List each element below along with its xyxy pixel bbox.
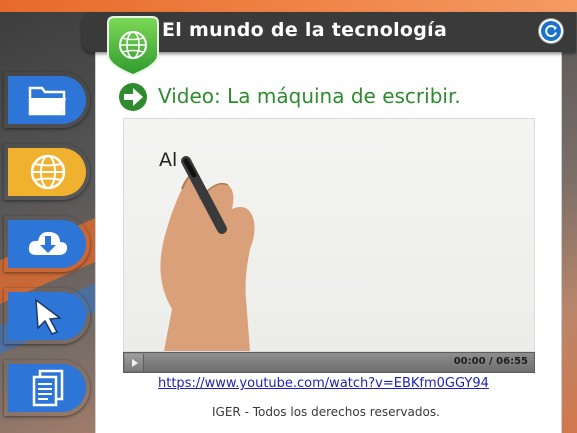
globe-logo-icon: [107, 16, 159, 77]
footer-copyright: IGER - Todos los derechos reservados.: [212, 405, 440, 419]
seek-bar[interactable]: [146, 357, 456, 368]
hand-drawing-image: [160, 156, 255, 351]
sidebar-item-download[interactable]: [4, 216, 90, 272]
sidebar-item-documents[interactable]: [4, 360, 90, 416]
youtube-link[interactable]: https://www.youtube.com/watch?v=EBKfm0GG…: [158, 376, 489, 391]
sidebar-item-globe[interactable]: [4, 144, 90, 200]
top-orange-strip: [0, 0, 577, 12]
cursor-arrow-icon: [35, 298, 62, 335]
video-heading: Video: La máquina de escribir.: [158, 84, 461, 108]
documents-icon: [32, 369, 64, 407]
arrow-right-circle-icon: [119, 83, 147, 111]
video-player[interactable]: Al: [123, 118, 535, 352]
video-time: 00:00 / 06:55: [453, 356, 528, 367]
sidebar-item-folder[interactable]: [4, 72, 90, 128]
refresh-icon: [541, 21, 561, 41]
cloud-download-icon: [28, 231, 68, 255]
folder-icon: [28, 86, 66, 116]
globe-icon: [30, 154, 66, 190]
app-title: El mundo de la tecnología: [162, 19, 448, 41]
refresh-button[interactable]: [539, 19, 563, 43]
sidebar-item-cursor[interactable]: [4, 288, 90, 344]
play-button[interactable]: [125, 354, 144, 371]
video-controls: 00:00 / 06:55: [123, 352, 535, 373]
